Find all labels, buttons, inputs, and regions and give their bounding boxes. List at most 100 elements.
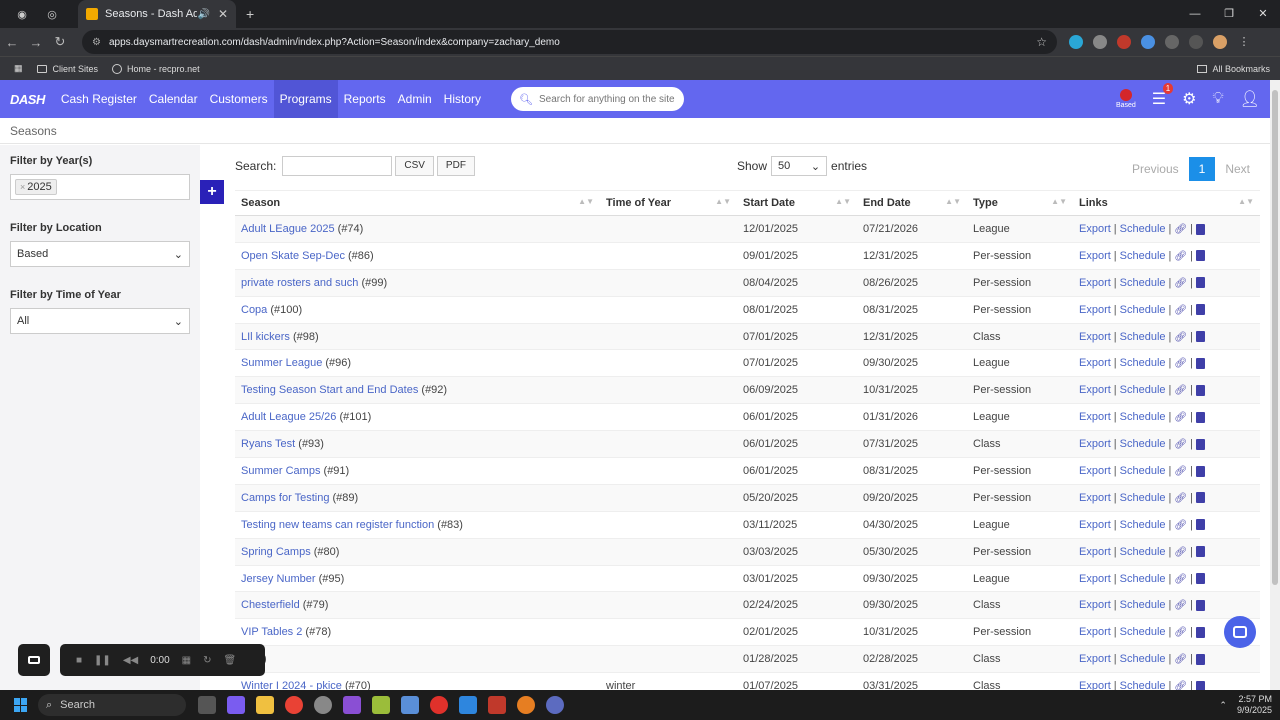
previous-page-button[interactable]: Previous bbox=[1122, 157, 1189, 181]
link-icon[interactable]: 🔗︎ bbox=[1174, 466, 1187, 477]
clock[interactable]: 2:57 PM 9/9/2025 bbox=[1237, 694, 1272, 716]
chrome-icon[interactable] bbox=[285, 696, 303, 714]
extension-icon[interactable] bbox=[1069, 35, 1083, 49]
minimize-icon[interactable]: — bbox=[1178, 0, 1212, 28]
extension-icon[interactable] bbox=[1117, 35, 1131, 49]
trash-icon[interactable] bbox=[1195, 250, 1205, 262]
speaker-icon[interactable]: 🔊 bbox=[197, 9, 209, 20]
nav-reports[interactable]: Reports bbox=[338, 80, 392, 118]
trash-icon[interactable] bbox=[1195, 600, 1205, 611]
copilot-icon[interactable] bbox=[227, 696, 245, 714]
taskbar-search[interactable]: ⌕ Search bbox=[38, 694, 186, 716]
trash-icon[interactable] bbox=[1195, 573, 1205, 585]
export-link[interactable]: Export bbox=[1079, 277, 1111, 289]
close-tab-icon[interactable]: ✕ bbox=[218, 7, 228, 21]
extensions-puzzle-icon[interactable] bbox=[1165, 35, 1179, 49]
col-type[interactable]: Type ▲▼ bbox=[967, 190, 1073, 216]
pause-icon[interactable]: ❚❚ bbox=[94, 655, 111, 666]
grid-icon[interactable]: ▦ bbox=[182, 655, 191, 666]
trash-icon[interactable]: 🗑︎ bbox=[224, 655, 237, 666]
bookmark-home-recpro[interactable]: Home - recpro.net bbox=[112, 63, 200, 74]
trash-icon[interactable] bbox=[1195, 546, 1205, 558]
page-1-button[interactable]: 1 bbox=[1188, 157, 1216, 181]
trash-icon[interactable] bbox=[1195, 438, 1205, 450]
season-link[interactable]: Camps for Testing bbox=[241, 492, 329, 504]
season-link[interactable]: VIP Tables 2 bbox=[241, 626, 302, 638]
schedule-link[interactable]: Schedule bbox=[1120, 573, 1166, 585]
schedule-link[interactable]: Schedule bbox=[1120, 653, 1166, 665]
export-link[interactable]: Export bbox=[1079, 519, 1111, 531]
link-icon[interactable]: 🔗︎ bbox=[1174, 332, 1187, 343]
season-link[interactable]: Testing new teams can register function bbox=[241, 519, 434, 531]
app-icon[interactable] bbox=[343, 696, 361, 714]
schedule-link[interactable]: Schedule bbox=[1120, 331, 1166, 343]
csv-button[interactable]: CSV bbox=[395, 156, 434, 176]
file-explorer-icon[interactable] bbox=[256, 696, 274, 714]
link-icon[interactable]: 🔗︎ bbox=[1174, 358, 1187, 369]
schedule-link[interactable]: Schedule bbox=[1120, 384, 1166, 396]
windows-start-icon[interactable] bbox=[14, 698, 28, 712]
trash-icon[interactable] bbox=[1195, 223, 1205, 235]
app-icon[interactable] bbox=[430, 696, 448, 714]
schedule-link[interactable]: Schedule bbox=[1120, 411, 1166, 423]
export-link[interactable]: Export bbox=[1079, 411, 1111, 423]
mail-icon[interactable] bbox=[401, 696, 419, 714]
col-season[interactable]: Season ▲▼ bbox=[235, 190, 600, 216]
extension-icon[interactable] bbox=[1093, 35, 1107, 49]
season-link[interactable]: Jersey Number bbox=[241, 573, 316, 585]
trash-icon[interactable] bbox=[1195, 411, 1205, 423]
schedule-link[interactable]: Schedule bbox=[1120, 223, 1166, 235]
link-icon[interactable]: 🔗︎ bbox=[1174, 547, 1187, 558]
apps-grid-icon[interactable]: ▦ bbox=[14, 63, 23, 74]
gear-icon[interactable]: ⚙ bbox=[1182, 89, 1196, 109]
export-link[interactable]: Export bbox=[1079, 223, 1111, 235]
nav-calendar[interactable]: Calendar bbox=[143, 80, 204, 118]
rewind-icon[interactable]: ◀◀ bbox=[123, 655, 138, 666]
season-link[interactable]: Adult League 25/26 bbox=[241, 411, 336, 423]
trash-icon[interactable] bbox=[1195, 492, 1205, 504]
link-icon[interactable]: 🔗︎ bbox=[1174, 251, 1187, 262]
export-link[interactable]: Export bbox=[1079, 304, 1111, 316]
menu-dots-icon[interactable]: ⋮ bbox=[1237, 35, 1251, 49]
task-view-icon[interactable] bbox=[198, 696, 216, 714]
record-icon[interactable]: ◎ bbox=[44, 6, 60, 22]
season-link[interactable]: Ryans Test bbox=[241, 438, 295, 450]
link-icon[interactable]: 🔗︎ bbox=[1174, 574, 1187, 585]
next-page-button[interactable]: Next bbox=[1215, 157, 1260, 181]
table-search-input[interactable] bbox=[282, 156, 393, 176]
tasks-icon[interactable]: ☰ 1 bbox=[1152, 83, 1174, 109]
trash-icon[interactable] bbox=[1195, 465, 1205, 477]
restart-icon[interactable]: ↻ bbox=[203, 655, 211, 666]
nav-customers[interactable]: Customers bbox=[204, 80, 274, 118]
reload-icon[interactable]: ↻ bbox=[48, 34, 72, 50]
trash-icon[interactable] bbox=[1195, 384, 1205, 396]
link-icon[interactable]: 🔗︎ bbox=[1174, 654, 1187, 665]
entries-select[interactable]: 50 ⌄ bbox=[771, 156, 828, 176]
link-icon[interactable]: 🔗︎ bbox=[1174, 439, 1187, 450]
filezilla-icon[interactable] bbox=[488, 696, 506, 714]
export-link[interactable]: Export bbox=[1079, 492, 1111, 504]
col-start-date[interactable]: Start Date ▲▼ bbox=[737, 190, 857, 216]
schedule-link[interactable]: Schedule bbox=[1120, 519, 1166, 531]
location-switcher[interactable]: Based bbox=[1116, 89, 1136, 109]
season-link[interactable]: Summer Camps bbox=[241, 465, 320, 477]
col-links[interactable]: Links ▲▼ bbox=[1073, 190, 1260, 216]
back-icon[interactable]: ← bbox=[0, 35, 24, 50]
schedule-link[interactable]: Schedule bbox=[1120, 277, 1166, 289]
export-link[interactable]: Export bbox=[1079, 384, 1111, 396]
export-link[interactable]: Export bbox=[1079, 573, 1111, 585]
schedule-link[interactable]: Schedule bbox=[1120, 546, 1166, 558]
col-time-of-year[interactable]: Time of Year ▲▼ bbox=[600, 190, 737, 216]
season-link[interactable]: private rosters and such bbox=[241, 277, 358, 289]
slack-icon[interactable] bbox=[314, 696, 332, 714]
link-icon[interactable]: 🔗︎ bbox=[1174, 305, 1187, 316]
time-filter-select[interactable]: All ⌄ bbox=[10, 308, 190, 334]
export-link[interactable]: Export bbox=[1079, 465, 1111, 477]
profile-avatar-icon[interactable] bbox=[1213, 35, 1227, 49]
remove-tag-icon[interactable]: × bbox=[20, 182, 25, 192]
app-icon[interactable] bbox=[459, 696, 477, 714]
pdf-button[interactable]: PDF bbox=[436, 156, 475, 176]
year-filter-input[interactable]: × 2025 bbox=[10, 174, 190, 200]
season-link[interactable]: Spring Camps bbox=[241, 546, 311, 558]
page-scrollbar[interactable] bbox=[1270, 80, 1280, 690]
